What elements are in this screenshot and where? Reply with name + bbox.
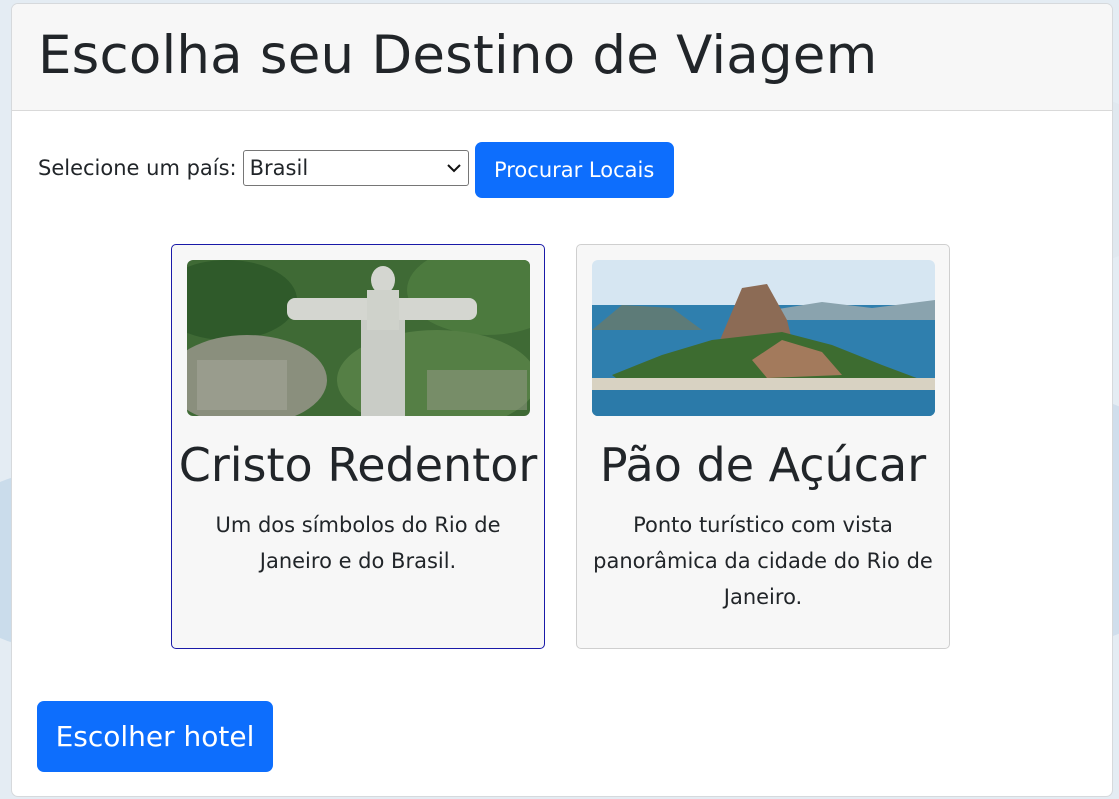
destination-title: Cristo Redentor	[178, 438, 538, 492]
country-select-label: Selecione um país:	[38, 155, 237, 180]
country-select-value: Brasil	[249, 155, 309, 180]
destination-description: Um dos símbolos do Rio de Janeiro e do B…	[215, 513, 501, 573]
pao-de-acucar-image	[592, 260, 935, 416]
destination-panel: Escolha seu Destino de Viagem Selecione …	[11, 3, 1113, 797]
destination-description: Ponto turístico com vista panorâmica da …	[593, 513, 933, 609]
destination-title: Pão de Açúcar	[599, 438, 927, 492]
search-places-button[interactable]: Procurar Locais	[474, 142, 674, 198]
country-filter: Selecione um país: Brasil Procurar Locai…	[38, 137, 674, 198]
panel-header: Escolha seu Destino de Viagem	[12, 4, 1112, 111]
cristo-redentor-image	[187, 260, 530, 416]
destination-card-cristo-redentor[interactable]: Cristo Redentor Um dos símbolos do Rio d…	[171, 244, 545, 649]
country-select[interactable]: Brasil	[242, 149, 469, 186]
choose-hotel-button[interactable]: Escolher hotel	[37, 701, 273, 772]
destination-card-pao-de-acucar[interactable]: Pão de Açúcar Ponto turístico com vista …	[576, 244, 950, 649]
chevron-down-icon	[446, 163, 461, 172]
page-title: Escolha seu Destino de Viagem	[38, 25, 878, 86]
